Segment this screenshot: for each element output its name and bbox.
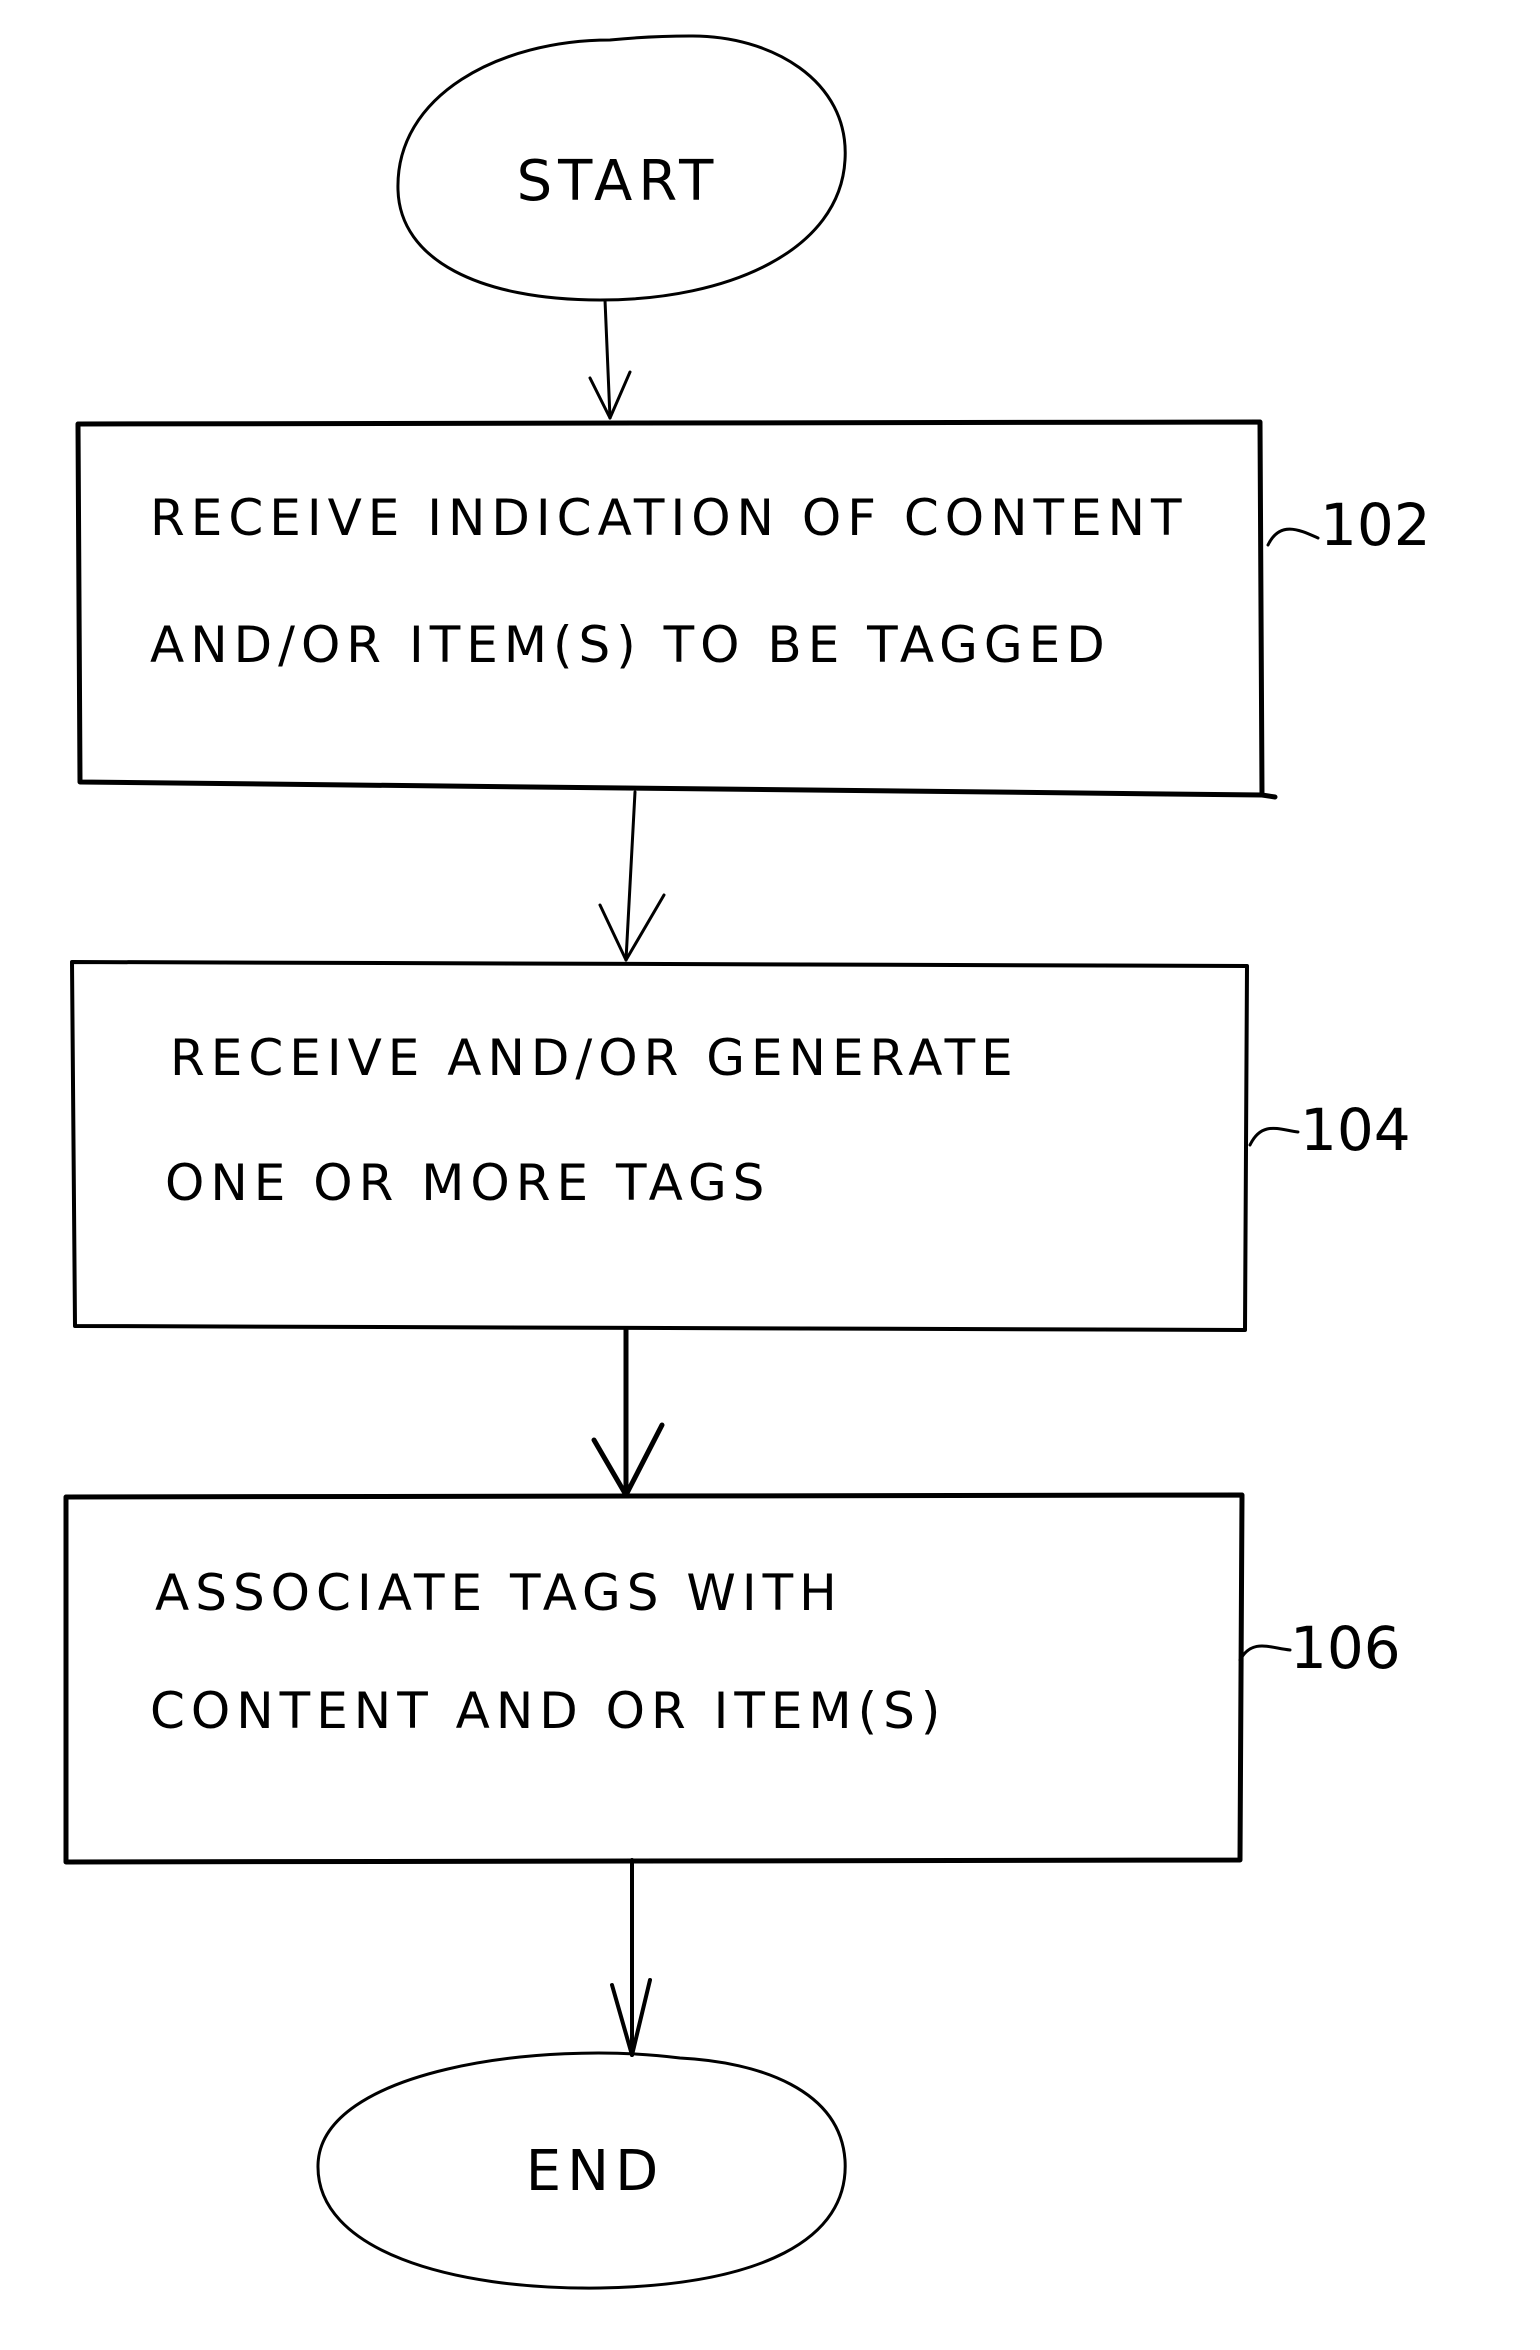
step-104-line-2: ONE OR MORE TAGS [165, 1154, 770, 1212]
ref-106-label: 106 [1290, 1614, 1401, 1682]
arrow-start-to-102 [588, 298, 632, 420]
step-104-line-1: RECEIVE AND/OR GENERATE [170, 1029, 1019, 1087]
end-node: END [316, 2051, 847, 2290]
ref-104-leader [1248, 1126, 1300, 1147]
step-106-box [63, 1492, 1245, 1865]
arrow-104-to-106 [591, 1327, 665, 1498]
start-label: START [517, 149, 720, 214]
arrow-106-to-end [610, 1858, 652, 2057]
arrow-102-to-104 [598, 790, 666, 962]
start-node: START [396, 34, 847, 302]
step-106-node: ASSOCIATE TAGS WITH CONTENT AND OR ITEM(… [63, 1492, 1401, 1865]
ref-102-label: 102 [1320, 491, 1431, 559]
ref-104-label: 104 [1300, 1096, 1411, 1164]
step-102-node: RECEIVE INDICATION OF CONTENT AND/OR ITE… [75, 419, 1431, 800]
step-104-node: RECEIVE AND/OR GENERATE ONE OR MORE TAGS… [70, 960, 1411, 1332]
ref-102-leader [1266, 527, 1320, 547]
step-104-box [70, 960, 1249, 1332]
step-102-box [75, 419, 1278, 800]
step-102-line-1: RECEIVE INDICATION OF CONTENT [150, 489, 1188, 547]
step-106-line-1: ASSOCIATE TAGS WITH [155, 1564, 843, 1622]
flowchart-diagram: START RECEIVE INDICATION OF CONTENT AND/… [63, 34, 1431, 2290]
ref-106-leader [1238, 1644, 1292, 1662]
step-102-line-2: AND/OR ITEM(S) TO BE TAGGED [150, 616, 1111, 674]
end-label: END [526, 2139, 664, 2204]
step-106-line-2: CONTENT AND OR ITEM(S) [150, 1682, 946, 1740]
